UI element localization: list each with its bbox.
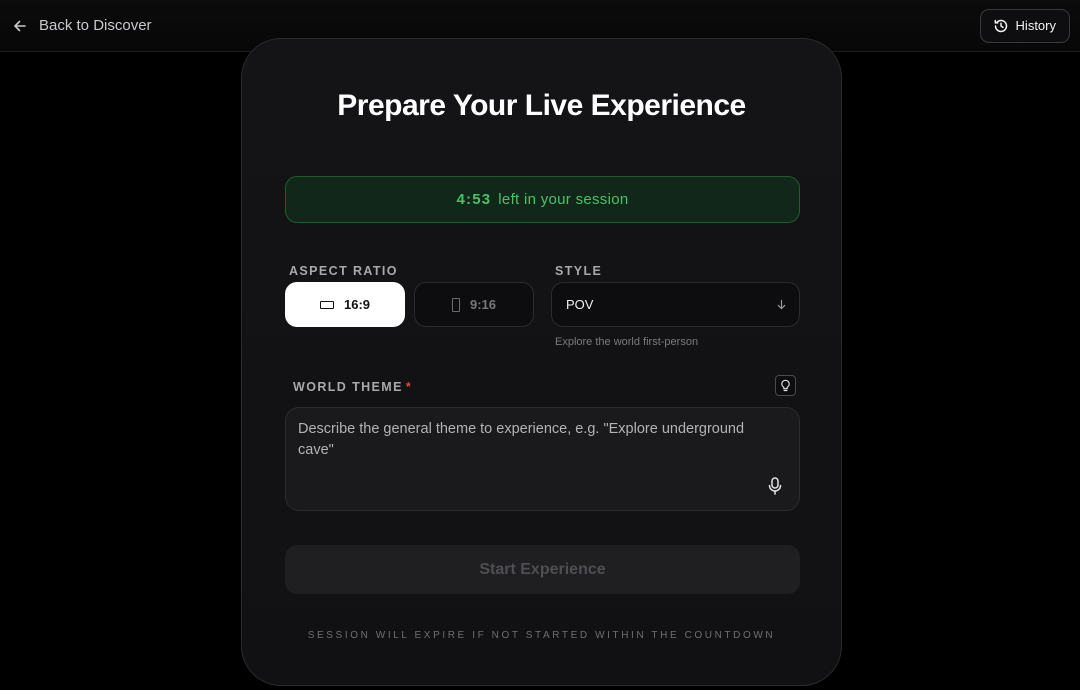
aspect-ratio-label: ASPECT RATIO <box>289 264 398 278</box>
aspect-ratio-9-16-label: 9:16 <box>469 297 497 312</box>
style-select[interactable]: POV <box>551 282 800 327</box>
lightbulb-icon <box>781 379 790 392</box>
style-hint: Explore the world first-person <box>555 336 699 348</box>
microphone-icon[interactable] <box>766 476 784 496</box>
aspect-ratio-16-9-button[interactable]: 16:9 <box>285 282 405 327</box>
back-link[interactable]: Back to Discover <box>12 17 152 34</box>
aspect-ratio-9-16-button[interactable]: 9:16 <box>414 282 534 327</box>
required-marker: * <box>405 380 413 394</box>
world-theme-field <box>285 407 800 511</box>
experience-setup-card: Prepare Your Live Experience 4:53 left i… <box>241 38 842 686</box>
history-icon <box>994 19 1007 32</box>
world-theme-input[interactable] <box>298 419 778 479</box>
landscape-icon <box>319 300 334 309</box>
portrait-icon <box>451 297 460 312</box>
session-expiry-note: SESSION WILL EXPIRE IF NOT STARTED WITHI… <box>307 630 776 641</box>
history-label: History <box>1015 18 1056 33</box>
start-experience-button[interactable]: Start Experience <box>285 545 800 594</box>
world-theme-label-text: WORLD THEME <box>293 380 403 394</box>
page-title: Prepare Your Live Experience <box>337 89 746 122</box>
theme-suggestion-button[interactable] <box>775 375 796 396</box>
timer-suffix: left in your session <box>498 191 629 208</box>
arrow-left-icon <box>14 20 26 31</box>
session-timer: 4:53 left in your session <box>285 176 800 223</box>
style-label: STYLE <box>555 264 603 278</box>
timer-value: 4:53 <box>456 191 492 208</box>
style-select-value: POV <box>566 297 594 312</box>
back-link-label: Back to Discover <box>39 17 152 34</box>
aspect-ratio-16-9-label: 16:9 <box>343 297 371 312</box>
history-button[interactable]: History <box>979 8 1070 43</box>
world-theme-label: WORLD THEME * <box>293 380 412 394</box>
arrow-down-icon <box>777 299 786 310</box>
